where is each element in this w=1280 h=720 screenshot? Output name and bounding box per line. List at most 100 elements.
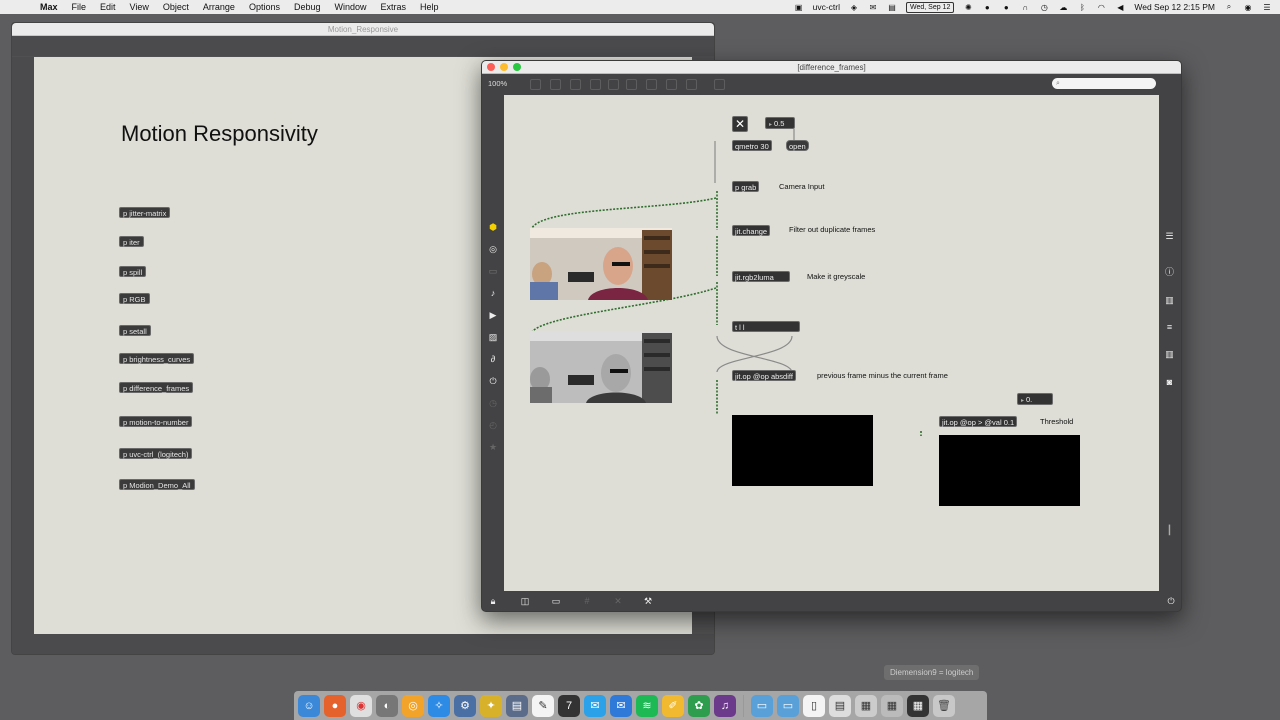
window-titlebar[interactable]: Motion_Responsive xyxy=(12,23,714,36)
snapshot-icon[interactable]: ◙ xyxy=(1164,377,1175,388)
comment-icon[interactable]: ▭ xyxy=(487,265,499,277)
subpatcher-difference-frames[interactable]: p difference_frames xyxy=(119,382,194,393)
presentation-mode-icon[interactable]: ◫ xyxy=(519,595,531,607)
clock-icon[interactable]: ◷ xyxy=(487,397,499,409)
subpatcher-rgb[interactable]: p RGB xyxy=(119,293,150,304)
grid-icon[interactable]: # xyxy=(581,595,593,607)
dropbox-app-icon[interactable]: ✦ xyxy=(480,694,502,717)
media-icon[interactable]: ▶ xyxy=(487,309,499,321)
notification-center-icon[interactable]: ☰ xyxy=(1262,3,1272,12)
music-note-icon[interactable]: ♪ xyxy=(487,287,499,299)
itunes-icon[interactable]: ♫ xyxy=(714,694,736,717)
object-trigger[interactable]: t l l xyxy=(732,321,800,332)
zoom-level[interactable]: 100% xyxy=(488,79,507,88)
menu-app-max[interactable]: Max xyxy=(40,2,58,12)
inspector-icon[interactable]: ☰ xyxy=(1164,231,1175,242)
patcher-canvas[interactable]: ✕ ▸ 0.5 qmetro 30 open p grab Camera Inpu… xyxy=(504,95,1159,593)
target-icon[interactable]: ◎ xyxy=(487,243,499,255)
audio-icon[interactable] xyxy=(686,79,697,90)
headphones-icon[interactable]: ∩ xyxy=(1020,3,1030,12)
document-stack-icon[interactable]: ▯ xyxy=(803,694,825,717)
spotify-icon[interactable]: ≋ xyxy=(636,694,658,717)
menu-window[interactable]: Window xyxy=(335,2,367,12)
number-box-rate[interactable]: ▸ 0.5 xyxy=(765,117,795,129)
max-7-icon[interactable]: 7 xyxy=(558,694,580,717)
object-p-grab[interactable]: p grab xyxy=(732,181,760,192)
status-uvc-ctrl[interactable]: uvc-ctrl xyxy=(813,2,840,12)
display-icon[interactable]: ▣ xyxy=(794,3,804,12)
package-icon[interactable]: ⬢ xyxy=(487,221,499,233)
number-icon[interactable] xyxy=(626,79,637,90)
info-icon[interactable]: ⓘ xyxy=(1164,267,1175,278)
plug-icon[interactable]: ⏻ xyxy=(487,375,499,387)
projector-icon[interactable]: ▭ xyxy=(550,595,562,607)
subpatcher-iter[interactable]: p iter xyxy=(119,236,144,247)
book-icon[interactable]: ▥ xyxy=(1164,349,1175,360)
history-icon[interactable]: ◴ xyxy=(487,419,499,431)
finder-icon[interactable]: ☺ xyxy=(298,694,320,717)
toggle-on[interactable]: ✕ xyxy=(732,116,748,132)
vlc-icon[interactable]: ◎ xyxy=(402,694,424,717)
toggle-icon[interactable] xyxy=(590,79,601,90)
wrench-icon[interactable]: ⚒ xyxy=(642,595,654,607)
star-icon[interactable]: ★ xyxy=(487,441,499,453)
chat-icon[interactable]: ● xyxy=(1001,3,1011,12)
trash-icon[interactable]: 🗑︎ xyxy=(933,694,955,717)
preview-icon[interactable]: ▤ xyxy=(506,694,528,717)
time-machine-icon[interactable]: ◷ xyxy=(1039,3,1049,12)
object-jit-rgb2luma[interactable]: jit.rgb2luma xyxy=(732,271,790,282)
search-input[interactable]: ⌕ xyxy=(1052,78,1156,89)
firefox-icon[interactable]: ● xyxy=(324,694,346,717)
debug-icon[interactable] xyxy=(714,79,725,90)
image-icon[interactable]: ▨ xyxy=(487,331,499,343)
safari-icon[interactable]: ✧ xyxy=(428,694,450,717)
subpatcher-modion-demo-all[interactable]: p Modion_Demo_All xyxy=(119,479,195,490)
system-prefs-icon[interactable]: ⚙ xyxy=(454,694,476,717)
presentation-icon[interactable] xyxy=(530,79,541,90)
documents-folder-icon[interactable]: ▭ xyxy=(777,694,799,717)
subpatcher-jitter-matrix[interactable]: p jitter-matrix xyxy=(119,207,171,218)
menu-object[interactable]: Object xyxy=(163,2,189,12)
max-app-icon[interactable]: ◐ xyxy=(376,694,398,717)
evernote-icon[interactable]: ✿ xyxy=(688,694,710,717)
object-jit-op-threshold[interactable]: jit.op @op > @val 0.1 xyxy=(939,416,1018,427)
list-icon[interactable]: ≡ xyxy=(1164,322,1175,333)
subpatcher-setall[interactable]: p setall xyxy=(119,325,151,336)
object-qmetro[interactable]: qmetro 30 xyxy=(732,140,772,151)
menu-view[interactable]: View xyxy=(130,2,149,12)
menu-file[interactable]: File xyxy=(72,2,87,12)
subpatcher-brightness-curves[interactable]: p brightness_curves xyxy=(119,353,195,364)
messages-icon[interactable]: ✉ xyxy=(584,694,606,717)
subpatcher-spill[interactable]: p spill xyxy=(119,266,147,277)
brightness-icon[interactable]: ✺ xyxy=(963,3,973,12)
message-icon[interactable] xyxy=(570,79,581,90)
dropbox-icon[interactable]: ◈ xyxy=(849,3,859,12)
menu-arrange[interactable]: Arrange xyxy=(203,2,235,12)
window-titlebar[interactable]: [difference_frames] xyxy=(482,61,1181,74)
slider-icon[interactable] xyxy=(646,79,657,90)
menu-help[interactable]: Help xyxy=(420,2,439,12)
reference-icon[interactable]: ▥ xyxy=(1164,295,1175,306)
minimized-window-icon[interactable]: ▦ xyxy=(881,694,903,717)
menu-edit[interactable]: Edit xyxy=(100,2,116,12)
calendar-icon[interactable]: ▤ xyxy=(887,3,897,12)
mail-app-icon[interactable]: ✉ xyxy=(610,694,632,717)
cloud-icon[interactable]: ☁ xyxy=(1058,3,1068,12)
menu-extras[interactable]: Extras xyxy=(381,2,407,12)
menu-options[interactable]: Options xyxy=(249,2,280,12)
mail-icon[interactable]: ✉ xyxy=(868,3,878,12)
object-jit-op-absdiff[interactable]: jit.op @op absdiff xyxy=(732,370,796,381)
paperclip-icon[interactable]: ∂ xyxy=(487,353,499,365)
dial-icon[interactable] xyxy=(666,79,677,90)
menu-debug[interactable]: Debug xyxy=(294,2,321,12)
volume-icon[interactable]: ◀ xyxy=(1115,3,1125,12)
power-icon[interactable]: ⏻ xyxy=(1165,595,1177,607)
message-open[interactable]: open xyxy=(786,140,809,151)
minimize-icon[interactable] xyxy=(500,63,508,71)
volume-slider[interactable]: ┃ xyxy=(1164,525,1175,536)
close-icon[interactable] xyxy=(487,63,495,71)
screenshot-stack-icon[interactable]: ▤ xyxy=(829,694,851,717)
snap-icon[interactable]: ✕ xyxy=(612,595,624,607)
zoom-window-icon[interactable] xyxy=(513,63,521,71)
object-jit-change[interactable]: jit.change xyxy=(732,225,771,236)
